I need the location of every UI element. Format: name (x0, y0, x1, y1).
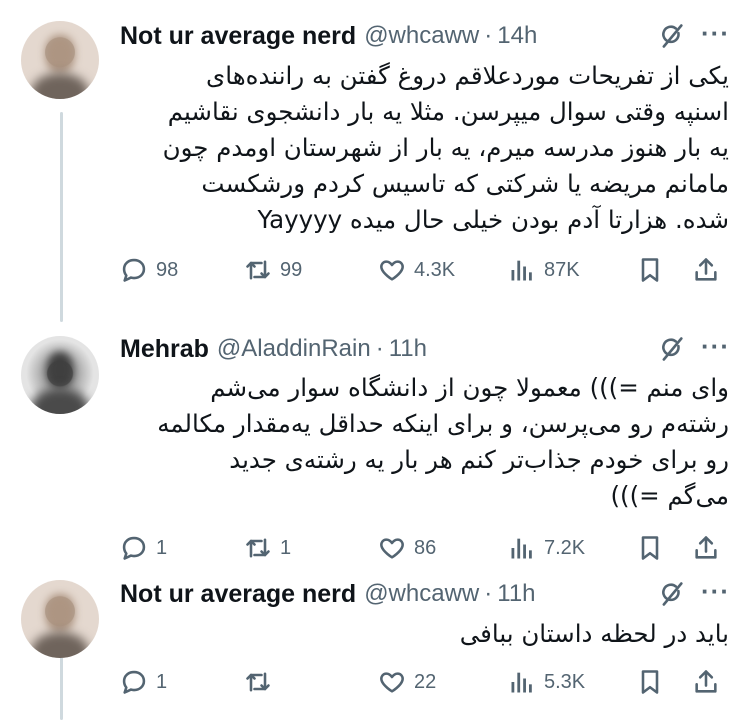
avatar[interactable] (21, 336, 99, 414)
repost-count: 99 (280, 258, 303, 281)
like-icon (380, 672, 404, 693)
share-button[interactable] (692, 664, 720, 700)
tweet-actions: 1 22 5.3K (120, 664, 729, 700)
separator: · (484, 22, 493, 49)
reply-count: 1 (156, 670, 168, 693)
tweet-line: می‌گم =))) (610, 481, 729, 510)
display-name[interactable]: Mehrab (120, 335, 209, 364)
separator: · (375, 335, 384, 362)
share-button[interactable] (692, 530, 720, 566)
like-button[interactable]: 86 (378, 530, 436, 566)
avatar[interactable] (21, 580, 99, 658)
tweet-header: Mehrab @AladdinRain · 11h (120, 329, 747, 369)
share-button[interactable] (692, 252, 720, 288)
tweet-header: Not ur average nerd @whcaww · 11h (120, 574, 747, 614)
share-icon (695, 670, 717, 693)
views-icon (511, 672, 532, 693)
thread-line (60, 650, 63, 720)
bookmark-button[interactable] (636, 252, 664, 288)
reply-icon (122, 536, 146, 560)
avatar[interactable] (21, 21, 99, 99)
repost-icon (246, 672, 270, 692)
like-count: 86 (414, 536, 437, 559)
like-icon (380, 260, 404, 281)
more-icon[interactable]: ··· (701, 576, 730, 607)
more-icon[interactable]: ··· (701, 331, 730, 362)
repost-count: 1 (280, 536, 292, 559)
like-count: 22 (414, 670, 437, 693)
tweet-header: Not ur average nerd @whcaww · 14h (120, 16, 747, 56)
tweet-text: یکی از تفریحات موردعلاقم دروغ گفتن به را… (118, 58, 729, 238)
views-button[interactable]: 87K (508, 252, 580, 288)
tweet-text: باید در لحظه داستان ببافی (118, 616, 729, 652)
timestamp[interactable]: 14h (497, 22, 537, 50)
reply-count: 98 (156, 258, 179, 281)
bookmark-icon (641, 536, 659, 560)
views-count: 87K (544, 258, 580, 281)
user-handle[interactable]: @AladdinRain (217, 335, 371, 363)
views-button[interactable]: 5.3K (508, 664, 585, 700)
reply-button[interactable]: 98 (120, 252, 178, 288)
views-icon (511, 538, 532, 559)
tweet-line: باید در لحظه داستان ببافی (459, 619, 729, 648)
user-handle[interactable]: @whcaww (364, 580, 479, 608)
more-icon[interactable]: ··· (701, 18, 730, 49)
like-button[interactable]: 22 (378, 664, 436, 700)
repost-button[interactable] (244, 664, 280, 700)
tweet-actions: 98 99 4.3K 87K (120, 252, 729, 288)
like-button[interactable]: 4.3K (378, 252, 455, 288)
bookmark-button[interactable] (636, 530, 664, 566)
reply-button[interactable]: 1 (120, 664, 167, 700)
views-count: 7.2K (544, 536, 586, 559)
tweet-line: مامانم مریضه یا شرکتی که تاسیس کردم ورشک… (201, 169, 729, 198)
separator: · (484, 580, 493, 607)
reply-button[interactable]: 1 (120, 530, 167, 566)
like-count: 4.3K (414, 258, 456, 281)
tweet-line: یکی از تفریحات موردعلاقم دروغ گفتن به را… (206, 61, 729, 90)
tweet-line: وای منم =))) معمولا چون از دانشگاه سوار … (210, 373, 729, 402)
views-icon (511, 260, 532, 281)
bookmark-icon (641, 670, 659, 694)
reply-count: 1 (156, 536, 168, 559)
repost-button[interactable]: 1 (244, 530, 291, 566)
display-name[interactable]: Not ur average nerd (120, 22, 356, 51)
tweet-line: رشته‌م رو می‌پرسن، و برای اینکه حداقل یه… (157, 409, 729, 438)
user-handle[interactable]: @whcaww (364, 22, 479, 50)
grok-icon[interactable] (657, 21, 687, 51)
bookmark-icon (641, 258, 659, 282)
tweet-line: شده. هزارتا آدم بودن خیلی حال میده Yayyy… (257, 205, 729, 234)
timestamp[interactable]: 11h (497, 580, 535, 608)
reply-icon (122, 258, 146, 282)
display-name[interactable]: Not ur average nerd (120, 580, 356, 609)
grok-icon[interactable] (657, 334, 687, 364)
timestamp[interactable]: 11h (389, 335, 427, 363)
tweet-line: رو برای خودم جذاب‌تر کنم هر بار یه رشته‌… (229, 445, 729, 474)
tweet-line: یه بار هنوز مدرسه میرم، یه بار از شهرستا… (162, 133, 729, 162)
views-button[interactable]: 7.2K (508, 530, 585, 566)
tweet-line: اسنپه وقتی سوال میپرسن. مثلا یه بار دانش… (167, 97, 729, 126)
tweet-text: وای منم =))) معمولا چون از دانشگاه سوار … (118, 370, 729, 514)
views-count: 5.3K (544, 670, 586, 693)
bookmark-button[interactable] (636, 664, 664, 700)
reply-icon (122, 670, 146, 694)
thread-line (60, 112, 63, 322)
share-icon (695, 258, 717, 281)
repost-icon (246, 538, 270, 558)
share-icon (695, 536, 717, 559)
like-icon (380, 538, 404, 559)
grok-icon[interactable] (657, 579, 687, 609)
tweet-actions: 1 1 86 7.2K (120, 530, 729, 566)
repost-button[interactable]: 99 (244, 252, 302, 288)
repost-icon (246, 260, 270, 280)
